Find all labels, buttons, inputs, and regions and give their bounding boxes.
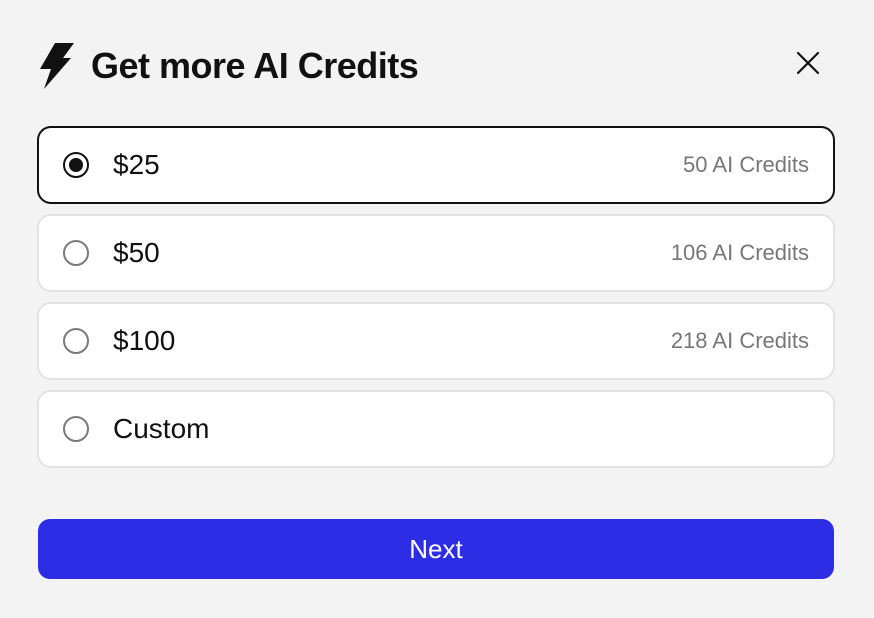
lightning-bolt-icon (37, 43, 75, 89)
option-credits: 50 AI Credits (683, 152, 809, 177)
option-amount: Custom (113, 413, 210, 444)
radio-button[interactable] (63, 152, 89, 178)
close-button[interactable] (790, 47, 826, 83)
option-amount: $50 (113, 237, 160, 268)
next-button[interactable]: Next (38, 519, 834, 579)
credit-options: $25 50 AI Credits $50 106 AI Credits $10… (37, 126, 835, 478)
radio-button[interactable] (63, 240, 89, 266)
option-credits: 106 AI Credits (670, 240, 809, 265)
credits-dialog: Get more AI Credits $25 50 AI Credits $5… (0, 0, 874, 618)
option-credits: 218 AI Credits (670, 328, 809, 353)
option-amount: $25 (113, 149, 160, 180)
option-custom[interactable]: Custom (37, 390, 835, 468)
dialog-title: Get more AI Credits (91, 45, 419, 86)
option-50[interactable]: $50 106 AI Credits (37, 214, 835, 292)
option-amount: $100 (113, 325, 176, 356)
close-icon (796, 51, 820, 80)
dialog-header: Get more AI Credits (37, 40, 419, 92)
option-25[interactable]: $25 50 AI Credits (37, 126, 835, 204)
option-100[interactable]: $100 218 AI Credits (37, 302, 835, 380)
radio-button[interactable] (63, 416, 89, 442)
radio-button[interactable] (63, 328, 89, 354)
